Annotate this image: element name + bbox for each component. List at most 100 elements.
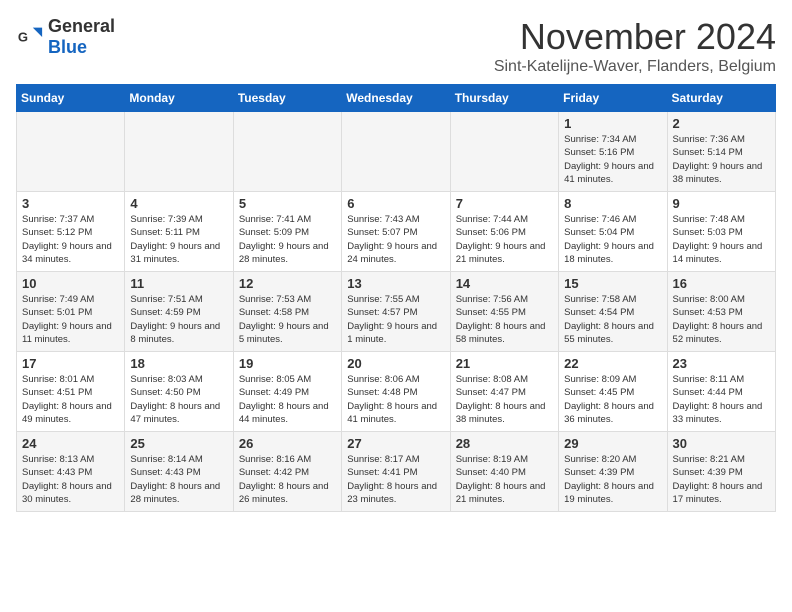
day-number: 19: [239, 356, 336, 371]
header-day: Sunday: [17, 85, 125, 112]
day-info: Sunrise: 8:03 AM Sunset: 4:50 PM Dayligh…: [130, 373, 227, 426]
logo: G General Blue: [16, 16, 115, 58]
calendar-week-row: 10 Sunrise: 7:49 AM Sunset: 5:01 PM Dayli…: [17, 272, 776, 352]
calendar-cell: [17, 112, 125, 192]
day-number: 21: [456, 356, 553, 371]
day-info: Sunrise: 8:08 AM Sunset: 4:47 PM Dayligh…: [456, 373, 553, 426]
day-info: Sunrise: 7:48 AM Sunset: 5:03 PM Dayligh…: [673, 213, 770, 266]
day-number: 22: [564, 356, 661, 371]
day-info: Sunrise: 8:11 AM Sunset: 4:44 PM Dayligh…: [673, 373, 770, 426]
day-number: 14: [456, 276, 553, 291]
day-info: Sunrise: 8:13 AM Sunset: 4:43 PM Dayligh…: [22, 453, 119, 506]
day-number: 6: [347, 196, 444, 211]
header-day: Monday: [125, 85, 233, 112]
day-number: 7: [456, 196, 553, 211]
header: G General Blue November 2024 Sint-Kateli…: [16, 16, 776, 76]
day-info: Sunrise: 7:53 AM Sunset: 4:58 PM Dayligh…: [239, 293, 336, 346]
title-area: November 2024 Sint-Katelijne-Waver, Flan…: [494, 16, 776, 76]
day-number: 2: [673, 116, 770, 131]
calendar-week-row: 3Sunrise: 7:37 AM Sunset: 5:12 PM Daylig…: [17, 192, 776, 272]
header-day: Friday: [559, 85, 667, 112]
calendar-cell: 3Sunrise: 7:37 AM Sunset: 5:12 PM Daylig…: [17, 192, 125, 272]
svg-text:G: G: [18, 30, 28, 45]
day-number: 13: [347, 276, 444, 291]
day-number: 4: [130, 196, 227, 211]
day-info: Sunrise: 7:58 AM Sunset: 4:54 PM Dayligh…: [564, 293, 661, 346]
day-info: Sunrise: 8:21 AM Sunset: 4:39 PM Dayligh…: [673, 453, 770, 506]
calendar-cell: 30 Sunrise: 8:21 AM Sunset: 4:39 PM Dayli…: [667, 432, 775, 512]
calendar-cell: 9Sunrise: 7:48 AM Sunset: 5:03 PM Daylig…: [667, 192, 775, 272]
calendar-week-row: 17Sunrise: 8:01 AM Sunset: 4:51 PM Dayli…: [17, 352, 776, 432]
day-number: 24: [22, 436, 119, 451]
day-number: 28: [456, 436, 553, 451]
day-number: 1: [564, 116, 661, 131]
calendar-cell: 2 Sunrise: 7:36 AM Sunset: 5:14 PM Daylig…: [667, 112, 775, 192]
day-info: Sunrise: 8:16 AM Sunset: 4:42 PM Dayligh…: [239, 453, 336, 506]
calendar-cell: 7 Sunrise: 7:44 AM Sunset: 5:06 PM Daylig…: [450, 192, 558, 272]
day-number: 18: [130, 356, 227, 371]
calendar-cell: 24 Sunrise: 8:13 AM Sunset: 4:43 PM Dayli…: [17, 432, 125, 512]
logo-general: General: [48, 16, 115, 36]
header-day: Wednesday: [342, 85, 450, 112]
day-info: Sunrise: 7:51 AM Sunset: 4:59 PM Dayligh…: [130, 293, 227, 346]
calendar-cell: 23 Sunrise: 8:11 AM Sunset: 4:44 PM Dayli…: [667, 352, 775, 432]
calendar-cell: [342, 112, 450, 192]
day-number: 23: [673, 356, 770, 371]
day-number: 10: [22, 276, 119, 291]
day-number: 30: [673, 436, 770, 451]
calendar-cell: 22Sunrise: 8:09 AM Sunset: 4:45 PM Dayli…: [559, 352, 667, 432]
calendar-cell: 16Sunrise: 8:00 AM Sunset: 4:53 PM Dayli…: [667, 272, 775, 352]
calendar-cell: [125, 112, 233, 192]
day-info: Sunrise: 7:34 AM Sunset: 5:16 PM Dayligh…: [564, 133, 661, 186]
calendar-cell: 15 Sunrise: 7:58 AM Sunset: 4:54 PM Dayli…: [559, 272, 667, 352]
month-title: November 2024: [494, 16, 776, 58]
day-number: 3: [22, 196, 119, 211]
calendar-cell: 11 Sunrise: 7:51 AM Sunset: 4:59 PM Dayli…: [125, 272, 233, 352]
calendar-cell: 14 Sunrise: 7:56 AM Sunset: 4:55 PM Dayli…: [450, 272, 558, 352]
day-number: 8: [564, 196, 661, 211]
calendar-cell: 12 Sunrise: 7:53 AM Sunset: 4:58 PM Dayli…: [233, 272, 341, 352]
day-info: Sunrise: 7:44 AM Sunset: 5:06 PM Dayligh…: [456, 213, 553, 266]
day-info: Sunrise: 7:49 AM Sunset: 5:01 PM Dayligh…: [22, 293, 119, 346]
calendar-week-row: 24 Sunrise: 8:13 AM Sunset: 4:43 PM Dayli…: [17, 432, 776, 512]
day-info: Sunrise: 7:46 AM Sunset: 5:04 PM Dayligh…: [564, 213, 661, 266]
day-info: Sunrise: 8:19 AM Sunset: 4:40 PM Dayligh…: [456, 453, 553, 506]
day-number: 29: [564, 436, 661, 451]
logo-icon: G: [16, 23, 44, 51]
calendar-cell: 20 Sunrise: 8:06 AM Sunset: 4:48 PM Dayli…: [342, 352, 450, 432]
day-info: Sunrise: 7:55 AM Sunset: 4:57 PM Dayligh…: [347, 293, 444, 346]
calendar-cell: [233, 112, 341, 192]
day-info: Sunrise: 8:06 AM Sunset: 4:48 PM Dayligh…: [347, 373, 444, 426]
day-info: Sunrise: 7:39 AM Sunset: 5:11 PM Dayligh…: [130, 213, 227, 266]
day-number: 12: [239, 276, 336, 291]
day-info: Sunrise: 8:17 AM Sunset: 4:41 PM Dayligh…: [347, 453, 444, 506]
calendar-cell: 21 Sunrise: 8:08 AM Sunset: 4:47 PM Dayli…: [450, 352, 558, 432]
calendar-week-row: 1 Sunrise: 7:34 AM Sunset: 5:16 PM Daylig…: [17, 112, 776, 192]
day-info: Sunrise: 7:41 AM Sunset: 5:09 PM Dayligh…: [239, 213, 336, 266]
calendar-cell: 17Sunrise: 8:01 AM Sunset: 4:51 PM Dayli…: [17, 352, 125, 432]
day-info: Sunrise: 8:01 AM Sunset: 4:51 PM Dayligh…: [22, 373, 119, 426]
calendar-cell: 18 Sunrise: 8:03 AM Sunset: 4:50 PM Dayli…: [125, 352, 233, 432]
calendar-cell: 25Sunrise: 8:14 AM Sunset: 4:43 PM Dayli…: [125, 432, 233, 512]
calendar-cell: 13 Sunrise: 7:55 AM Sunset: 4:57 PM Dayli…: [342, 272, 450, 352]
day-number: 11: [130, 276, 227, 291]
header-day: Saturday: [667, 85, 775, 112]
calendar-cell: 8 Sunrise: 7:46 AM Sunset: 5:04 PM Daylig…: [559, 192, 667, 272]
calendar-cell: 28 Sunrise: 8:19 AM Sunset: 4:40 PM Dayli…: [450, 432, 558, 512]
day-number: 25: [130, 436, 227, 451]
logo-blue: Blue: [48, 37, 87, 57]
calendar-cell: 27 Sunrise: 8:17 AM Sunset: 4:41 PM Dayli…: [342, 432, 450, 512]
calendar-cell: 5Sunrise: 7:41 AM Sunset: 5:09 PM Daylig…: [233, 192, 341, 272]
day-info: Sunrise: 7:43 AM Sunset: 5:07 PM Dayligh…: [347, 213, 444, 266]
day-number: 27: [347, 436, 444, 451]
day-number: 16: [673, 276, 770, 291]
day-number: 20: [347, 356, 444, 371]
day-info: Sunrise: 8:05 AM Sunset: 4:49 PM Dayligh…: [239, 373, 336, 426]
calendar-header-row: SundayMondayTuesdayWednesdayThursdayFrid…: [17, 85, 776, 112]
day-info: Sunrise: 7:56 AM Sunset: 4:55 PM Dayligh…: [456, 293, 553, 346]
day-info: Sunrise: 7:36 AM Sunset: 5:14 PM Dayligh…: [673, 133, 770, 186]
calendar-cell: 6 Sunrise: 7:43 AM Sunset: 5:07 PM Daylig…: [342, 192, 450, 272]
header-day: Thursday: [450, 85, 558, 112]
calendar-cell: 26Sunrise: 8:16 AM Sunset: 4:42 PM Dayli…: [233, 432, 341, 512]
day-number: 15: [564, 276, 661, 291]
